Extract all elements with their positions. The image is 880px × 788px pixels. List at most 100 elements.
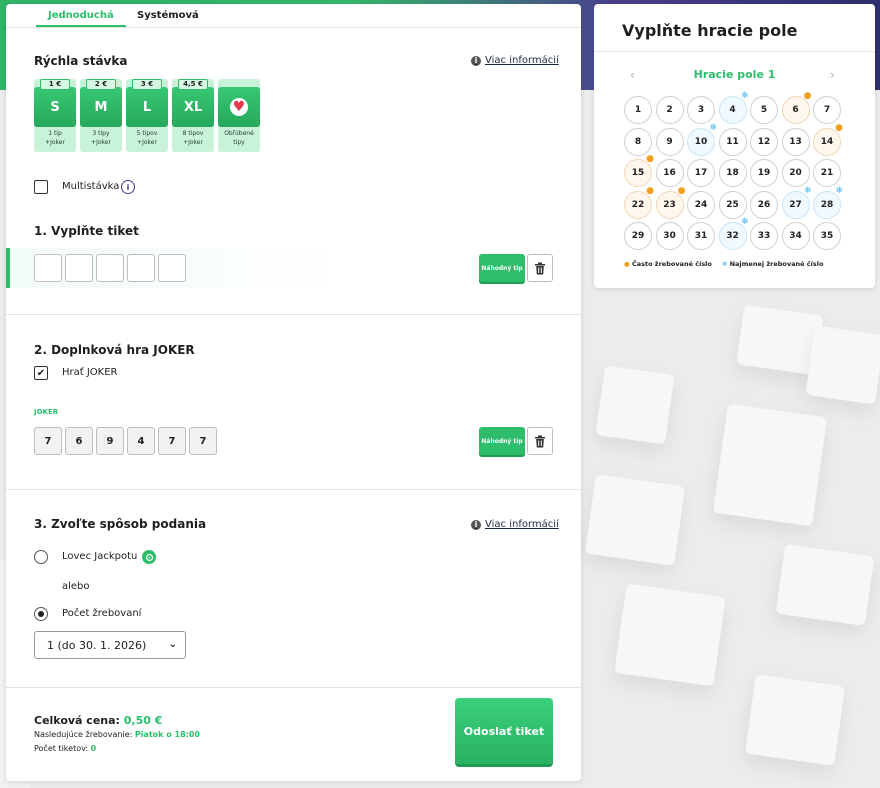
- number-cell[interactable]: 1: [624, 96, 652, 124]
- number-cell[interactable]: 27 ❄: [781, 186, 812, 219]
- trash-icon: [535, 435, 545, 447]
- joker-number-5[interactable]: 7: [158, 427, 186, 455]
- number-cell[interactable]: 2: [655, 96, 684, 124]
- multibet-label: Multistávka: [62, 181, 120, 192]
- number-cell-label: 34: [789, 231, 802, 241]
- number-cell-label: 7: [823, 105, 831, 115]
- number-cell-label: 2: [666, 105, 673, 115]
- number-cell[interactable]: 14 ●: [813, 123, 843, 156]
- number-cell[interactable]: 15 ●: [624, 155, 654, 187]
- number-cell[interactable]: 29: [624, 222, 652, 250]
- number-cell[interactable]: 35: [813, 222, 841, 250]
- snowflake-icon: ❄: [740, 91, 749, 101]
- number-cell[interactable]: 13: [781, 127, 810, 156]
- chevron-right-icon[interactable]: ›: [830, 68, 835, 82]
- quick-bet-s-desc: 1 tip +Joker: [34, 129, 76, 147]
- joker-number-4[interactable]: 4: [127, 427, 155, 455]
- legend-hot-label: Často žrebované číslo: [631, 260, 712, 268]
- ticket-random-button[interactable]: Náhodný tip: [479, 254, 525, 282]
- number-cell[interactable]: 21: [813, 159, 841, 187]
- tab-system[interactable]: Systémová: [137, 10, 199, 21]
- legend-cold-label: Najmenej žrebované číslo: [729, 260, 824, 268]
- joker-number-3[interactable]: 9: [96, 427, 124, 455]
- quick-bet-s-joker: +Joker: [45, 139, 65, 146]
- number-cell[interactable]: 5: [750, 96, 778, 124]
- number-cell[interactable]: 23 ●: [655, 186, 686, 219]
- quick-bet-favorites[interactable]: ♥ Obľúbené tipy: [218, 79, 260, 152]
- quick-bet-xl[interactable]: XL 4,5 € 8 tipov +Joker: [172, 79, 214, 152]
- number-cell[interactable]: 31: [687, 222, 715, 250]
- quick-bet-xl-joker: +Joker: [183, 139, 203, 146]
- number-cell[interactable]: 26: [750, 190, 778, 219]
- info-icon: i: [471, 519, 481, 530]
- number-cell[interactable]: 30: [655, 222, 684, 250]
- number-cell[interactable]: 16: [655, 159, 684, 187]
- number-cell-label: 21: [820, 168, 834, 178]
- jackpot-hunter-radio[interactable]: [34, 550, 48, 564]
- joker-random-button[interactable]: Náhodný tip: [479, 427, 525, 455]
- next-draw-label: Nasledujúce žrebovanie:: [34, 730, 133, 739]
- number-cell[interactable]: 33: [750, 222, 778, 250]
- quick-bet-info-link[interactable]: i Viac informácií: [471, 55, 559, 66]
- number-cell-label: 26: [757, 199, 771, 210]
- ticket-number-1[interactable]: [34, 254, 62, 282]
- ticket-number-5[interactable]: [158, 254, 186, 282]
- number-cell[interactable]: 20: [781, 159, 810, 187]
- number-cell-label: 1: [634, 105, 642, 115]
- draw-count-select[interactable]: 1 (do 30. 1. 2026) ⌄: [34, 631, 186, 659]
- quick-bet-l-label: L: [126, 87, 168, 127]
- ticket-number-3[interactable]: [96, 254, 124, 282]
- quick-bet-m[interactable]: M 2 € 3 tipy +Joker: [80, 79, 122, 152]
- number-cell[interactable]: 7: [813, 96, 841, 124]
- multibet-info-icon[interactable]: i: [121, 180, 135, 194]
- total-price-value: 0,50 €: [123, 714, 163, 727]
- joker-number-boxes: 7 6 9 4 7 7: [34, 427, 217, 455]
- number-cell[interactable]: 19: [750, 159, 778, 187]
- number-cell[interactable]: 4 ❄: [718, 92, 749, 124]
- number-cell[interactable]: 8: [624, 127, 652, 156]
- draw-count-label: Počet žrebovaní: [62, 608, 142, 619]
- number-cell[interactable]: 10 ❄: [687, 123, 717, 156]
- submit-ticket-button[interactable]: Odoslať tiket: [455, 698, 553, 764]
- number-cell-label: 9: [666, 136, 673, 147]
- number-cell[interactable]: 24: [687, 190, 715, 219]
- number-cell[interactable]: 18: [718, 159, 747, 187]
- picker-title: Vyplňte hracie pole: [622, 21, 798, 40]
- number-cell-label: 17: [694, 168, 708, 178]
- ticket-number-2[interactable]: [65, 254, 93, 282]
- quick-bet-l-price: 3 €: [132, 79, 162, 90]
- number-cell[interactable]: 17: [687, 159, 715, 187]
- quick-bet-s[interactable]: S 1 € 1 tip +Joker: [34, 79, 76, 152]
- number-cell[interactable]: 9: [655, 127, 684, 156]
- number-cell[interactable]: 3: [687, 96, 715, 124]
- quick-bet-l[interactable]: L 3 € 5 tipov +Joker: [126, 79, 168, 152]
- number-cell[interactable]: 12: [750, 127, 778, 156]
- submission-info-link[interactable]: i Viac informácií: [471, 519, 559, 530]
- multibet-checkbox[interactable]: [34, 180, 48, 194]
- joker-label: JOKER: [34, 408, 59, 416]
- joker-number-6[interactable]: 7: [189, 427, 217, 455]
- number-cell[interactable]: 28 ❄: [813, 186, 843, 219]
- jackpot-hunter-glyph: [145, 553, 153, 561]
- number-cell[interactable]: 25: [718, 190, 747, 219]
- number-cell-label: 29: [631, 231, 645, 241]
- joker-number-2[interactable]: 6: [65, 427, 93, 455]
- ticket-clear-button[interactable]: [527, 254, 553, 282]
- number-cell[interactable]: 34: [781, 222, 810, 250]
- number-picker-panel: Vyplňte hracie pole ‹ Hracie pole 1 › 12…: [594, 4, 875, 288]
- joker-number-1[interactable]: 7: [34, 427, 62, 455]
- or-label: alebo: [62, 581, 90, 592]
- joker-play-label: Hrať JOKER: [62, 367, 118, 378]
- joker-checkbox[interactable]: ✔: [34, 366, 48, 380]
- number-cell[interactable]: 11: [718, 127, 747, 156]
- number-cell[interactable]: 6 ●: [781, 92, 812, 124]
- tab-simple[interactable]: Jednoduchá: [36, 10, 126, 27]
- draw-count-radio[interactable]: [34, 607, 48, 621]
- joker-clear-button[interactable]: [527, 427, 553, 455]
- number-cell[interactable]: 32 ❄: [718, 218, 749, 250]
- next-draw-line: Nasledujúce žrebovanie: Piatok o 18:00: [34, 730, 200, 739]
- ticket-number-4[interactable]: [127, 254, 155, 282]
- hot-icon: ●: [677, 185, 686, 196]
- total-price-line: Celková cena: 0,50 €: [34, 714, 162, 727]
- number-cell[interactable]: 22 ●: [624, 186, 654, 219]
